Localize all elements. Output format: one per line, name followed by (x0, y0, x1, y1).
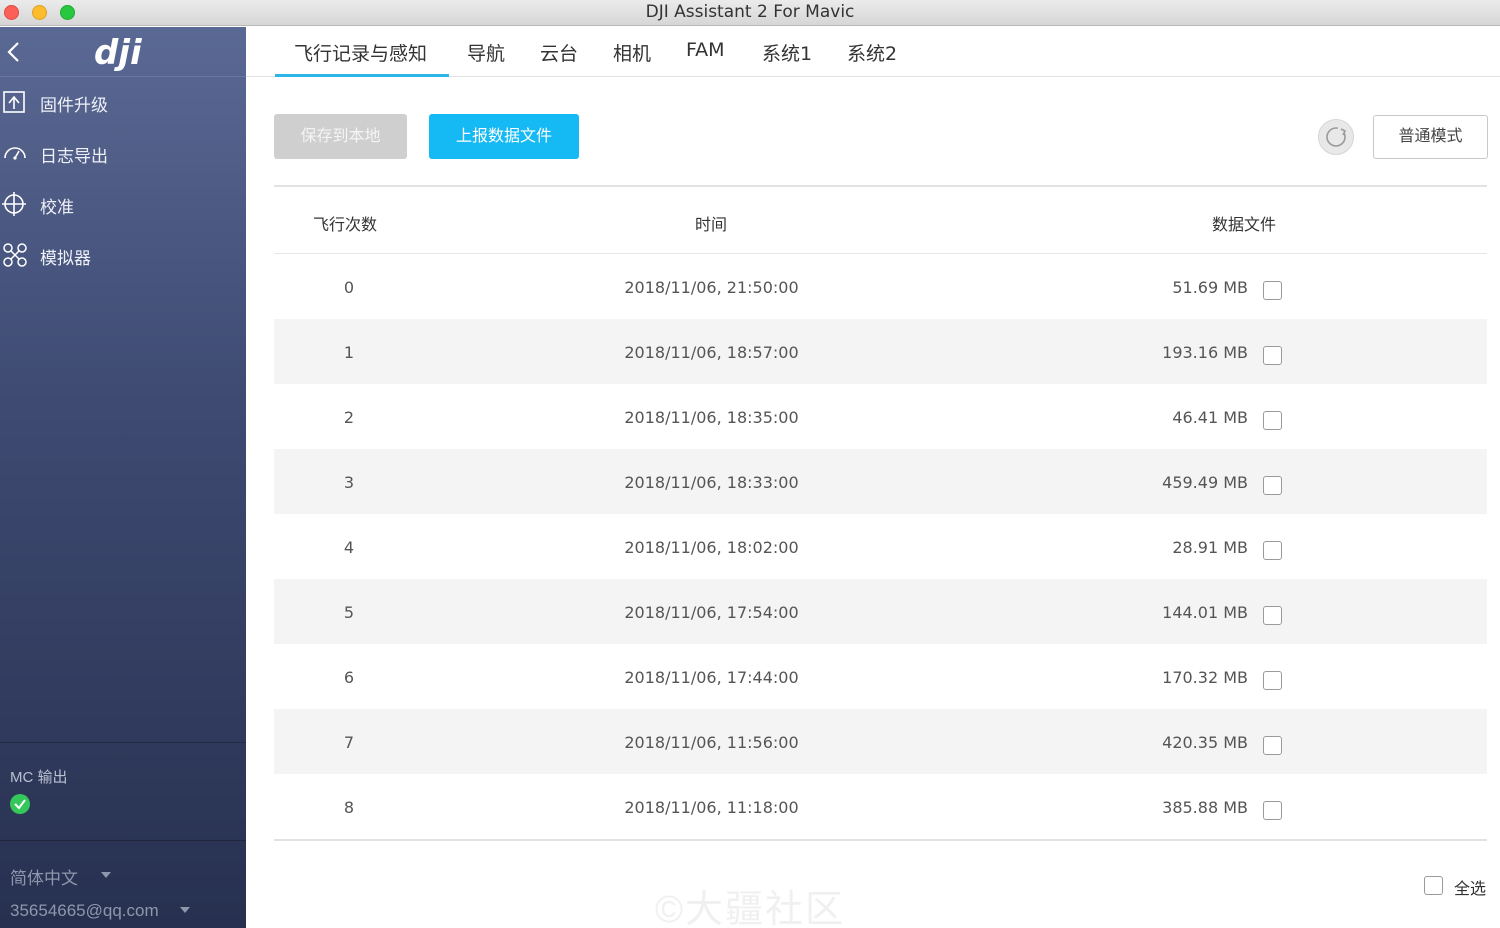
row-time: 2018/11/06, 18:57:00 (624, 343, 799, 362)
refresh-button[interactable] (1318, 119, 1354, 155)
sidebar-item-label: 日志导出 (40, 147, 108, 166)
header-flight-count: 飞行次数 (313, 217, 378, 234)
table-row[interactable]: 6 2018/11/06, 17:44:00 170.32 MB (274, 644, 1487, 709)
table-row[interactable]: 3 2018/11/06, 18:33:00 459.49 MB (274, 449, 1487, 514)
chevron-down-icon[interactable] (180, 907, 190, 913)
row-flight-number: 6 (343, 668, 355, 687)
row-time: 2018/11/06, 17:54:00 (624, 603, 799, 622)
sidebar-item-label: 校准 (40, 198, 74, 217)
header-time: 时间 (695, 217, 728, 234)
firmware-update-icon (3, 91, 25, 113)
sidebar-item-calibration[interactable]: 校准 (0, 179, 246, 229)
tab-system2[interactable]: 系统2 (847, 39, 897, 66)
row-flight-number: 5 (343, 603, 355, 622)
mc-output-ok-check-icon (10, 794, 30, 814)
upload-data-file-button[interactable]: 上报数据文件 (429, 114, 579, 159)
select-all-checkbox[interactable] (1424, 876, 1443, 895)
sidebar: dji 固件升级 日志导出 校准 模拟器 MC 输出 简体中文 35654665… (0, 27, 246, 928)
simulator-drone-icon (3, 243, 27, 267)
tab-camera[interactable]: 相机 (613, 39, 651, 66)
tab-fam[interactable]: FAM (686, 39, 725, 61)
title-bar: DJI Assistant 2 For Mavic (0, 0, 1500, 26)
row-time: 2018/11/06, 18:33:00 (624, 473, 799, 492)
table-header: 飞行次数 时间 数据文件 (274, 185, 1487, 254)
row-flight-number: 1 (343, 343, 355, 362)
mc-output-label: MC 输出 (10, 769, 68, 786)
row-checkbox[interactable] (1263, 476, 1282, 495)
row-file-size: 144.01 MB (1162, 603, 1248, 622)
row-checkbox[interactable] (1263, 801, 1282, 820)
table-row[interactable]: 2 2018/11/06, 18:35:00 46.41 MB (274, 384, 1487, 449)
account-selector[interactable]: 35654665@qq.com (10, 901, 159, 921)
row-time: 2018/11/06, 18:02:00 (624, 538, 799, 557)
row-flight-number: 8 (343, 798, 355, 817)
watermark: ©大疆社区 (655, 889, 845, 928)
row-checkbox[interactable] (1263, 541, 1282, 560)
row-flight-number: 0 (343, 278, 355, 297)
calibration-icon (2, 192, 26, 216)
sidebar-item-label: 模拟器 (40, 249, 91, 268)
row-file-size: 51.69 MB (1172, 278, 1248, 297)
row-file-size: 170.32 MB (1162, 668, 1248, 687)
tab-system1[interactable]: 系统1 (762, 39, 812, 66)
select-all-label[interactable]: 全选 (1454, 875, 1486, 899)
row-checkbox[interactable] (1263, 281, 1282, 300)
dji-logo: dji (94, 33, 143, 73)
sidebar-item-simulator[interactable]: 模拟器 (0, 230, 246, 280)
table-bottom-border (274, 839, 1487, 841)
sidebar-item-firmware[interactable]: 固件升级 (0, 77, 246, 127)
log-export-icon (4, 147, 26, 160)
sidebar-divider (0, 840, 246, 841)
header-data-file: 数据文件 (1212, 217, 1277, 234)
row-file-size: 385.88 MB (1162, 798, 1248, 817)
tab-gimbal[interactable]: 云台 (540, 39, 578, 66)
tab-flight-records[interactable]: 飞行记录与感知 (294, 39, 427, 66)
active-tab-indicator (275, 74, 449, 77)
chevron-down-icon[interactable] (101, 872, 111, 878)
refresh-icon (1326, 127, 1347, 147)
table-row[interactable]: 7 2018/11/06, 11:56:00 420.35 MB (274, 709, 1487, 774)
row-time: 2018/11/06, 17:44:00 (624, 668, 799, 687)
row-flight-number: 7 (343, 733, 355, 752)
row-file-size: 459.49 MB (1162, 473, 1248, 492)
row-file-size: 28.91 MB (1172, 538, 1248, 557)
row-checkbox[interactable] (1263, 606, 1282, 625)
save-to-local-button[interactable]: 保存到本地 (274, 114, 407, 159)
row-time: 2018/11/06, 21:50:00 (624, 278, 799, 297)
table-row[interactable]: 8 2018/11/06, 11:18:00 385.88 MB (274, 774, 1487, 839)
sidebar-divider (0, 742, 246, 743)
table-row[interactable]: 4 2018/11/06, 18:02:00 28.91 MB (274, 514, 1487, 579)
sidebar-header: dji (0, 27, 246, 77)
row-checkbox[interactable] (1263, 736, 1282, 755)
row-checkbox[interactable] (1263, 671, 1282, 690)
language-selector[interactable]: 简体中文 (10, 864, 78, 889)
back-chevron-icon[interactable] (6, 41, 22, 63)
row-file-size: 193.16 MB (1162, 343, 1248, 362)
normal-mode-button[interactable]: 普通模式 (1373, 115, 1488, 159)
row-flight-number: 4 (343, 538, 355, 557)
row-time: 2018/11/06, 18:35:00 (624, 408, 799, 427)
dji-logo-text: dji (94, 33, 143, 73)
row-flight-number: 3 (343, 473, 355, 492)
sidebar-item-log-export[interactable]: 日志导出 (0, 128, 246, 178)
row-time: 2018/11/06, 11:56:00 (624, 733, 799, 752)
window-title: DJI Assistant 2 For Mavic (645, 2, 855, 22)
row-checkbox[interactable] (1263, 411, 1282, 430)
table-row[interactable]: 5 2018/11/06, 17:54:00 144.01 MB (274, 579, 1487, 644)
row-time: 2018/11/06, 11:18:00 (624, 798, 799, 817)
row-file-size: 420.35 MB (1162, 733, 1248, 752)
row-checkbox[interactable] (1263, 346, 1282, 365)
row-flight-number: 2 (343, 408, 355, 427)
table-row[interactable]: 0 2018/11/06, 21:50:00 51.69 MB (274, 254, 1487, 319)
tab-bar: 飞行记录与感知 导航 云台 相机 FAM 系统1 系统2 (246, 27, 1500, 77)
table-row[interactable]: 1 2018/11/06, 18:57:00 193.16 MB (274, 319, 1487, 384)
tab-navigation[interactable]: 导航 (467, 39, 505, 66)
sidebar-item-label: 固件升级 (40, 96, 108, 115)
row-file-size: 46.41 MB (1172, 408, 1248, 427)
